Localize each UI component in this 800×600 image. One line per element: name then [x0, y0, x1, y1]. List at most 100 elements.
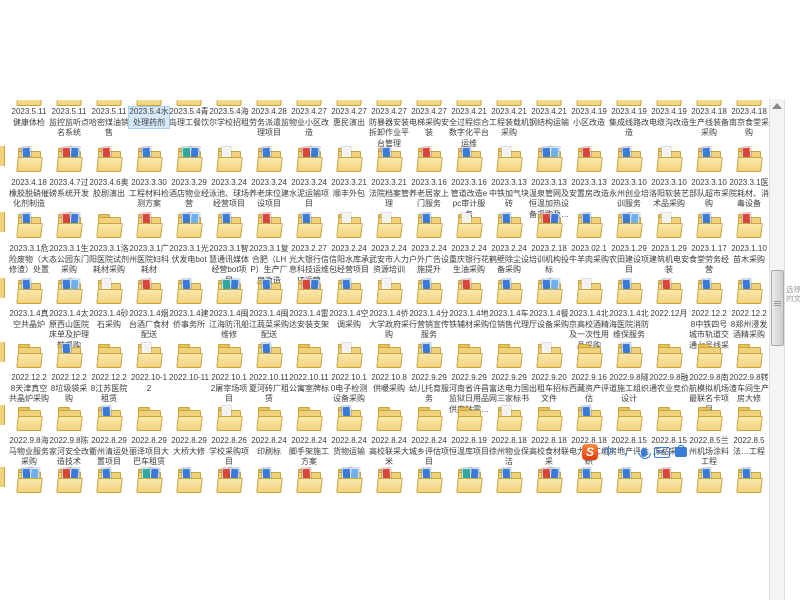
scrollbar-thumb[interactable]	[771, 270, 784, 346]
folder-icon[interactable]	[489, 100, 529, 106]
folder-icon[interactable]	[9, 212, 49, 238]
folder-icon[interactable]	[129, 405, 169, 431]
folder-icon[interactable]	[129, 212, 169, 238]
folder-icon[interactable]	[329, 467, 369, 493]
folder-icon[interactable]	[249, 467, 289, 493]
folder-icon[interactable]	[529, 278, 569, 304]
folder-icon[interactable]	[329, 212, 369, 238]
folder-icon[interactable]	[569, 146, 609, 172]
folder-icon[interactable]	[369, 212, 409, 238]
folder-icon[interactable]	[249, 342, 289, 368]
folder-icon[interactable]	[369, 278, 409, 304]
vertical-scrollbar[interactable]	[769, 99, 785, 600]
folder-icon[interactable]	[729, 146, 769, 172]
folder-icon[interactable]	[489, 278, 529, 304]
folder-icon[interactable]	[289, 212, 329, 238]
folder-icon[interactable]	[569, 278, 609, 304]
folder-icon[interactable]	[449, 405, 489, 431]
folder-icon[interactable]	[529, 467, 569, 493]
folder-icon[interactable]	[129, 146, 169, 172]
folder-icon[interactable]	[689, 278, 729, 304]
folder-icon[interactable]	[49, 342, 89, 368]
folder-icon[interactable]	[729, 467, 769, 493]
folder-icon[interactable]	[89, 342, 129, 368]
folder-icon[interactable]	[369, 146, 409, 172]
folder-icon[interactable]	[9, 146, 49, 172]
folder-icon[interactable]	[689, 146, 729, 172]
folder-icon[interactable]	[169, 467, 209, 493]
folder-icon[interactable]	[449, 100, 489, 106]
folder-icon[interactable]	[209, 146, 249, 172]
folder-icon[interactable]	[489, 467, 529, 493]
folder-icon[interactable]	[209, 212, 249, 238]
folder-icon[interactable]	[9, 278, 49, 304]
folder-icon[interactable]	[569, 467, 609, 493]
folder-icon[interactable]	[249, 405, 289, 431]
folder-icon[interactable]	[649, 146, 689, 172]
folder-icon[interactable]	[289, 342, 329, 368]
sogou-logo-icon[interactable]: S	[582, 444, 598, 460]
folder-icon[interactable]	[329, 342, 369, 368]
folder-icon[interactable]	[369, 342, 409, 368]
folder-icon[interactable]	[609, 278, 649, 304]
folder-icon[interactable]	[529, 212, 569, 238]
toolbox-icon[interactable]	[675, 447, 687, 457]
folder-icon[interactable]	[689, 405, 729, 431]
folder-icon[interactable]	[609, 100, 649, 106]
folder-icon[interactable]	[49, 405, 89, 431]
folder-icon[interactable]	[729, 100, 769, 106]
folder-icon[interactable]	[409, 278, 449, 304]
folder-icon[interactable]	[569, 342, 609, 368]
folder-icon[interactable]	[249, 100, 289, 106]
folder-icon[interactable]	[449, 146, 489, 172]
folder-icon[interactable]	[489, 146, 529, 172]
folder-icon[interactable]	[249, 278, 289, 304]
folder-icon[interactable]	[689, 467, 729, 493]
folder-icon[interactable]	[529, 100, 569, 106]
folder-icon[interactable]	[9, 405, 49, 431]
folder-icon[interactable]	[369, 405, 409, 431]
folder-icon[interactable]	[409, 467, 449, 493]
folder-icon[interactable]	[489, 405, 529, 431]
folder-icon[interactable]	[209, 100, 249, 106]
folder-icon[interactable]	[169, 278, 209, 304]
folder-icon[interactable]	[449, 467, 489, 493]
folder-icon[interactable]	[529, 405, 569, 431]
folder-icon[interactable]	[129, 342, 169, 368]
folder-icon[interactable]	[449, 278, 489, 304]
folder-icon[interactable]	[89, 405, 129, 431]
folder-icon[interactable]	[89, 212, 129, 238]
folder-icon[interactable]	[529, 342, 569, 368]
folder-icon[interactable]	[409, 146, 449, 172]
folder-icon[interactable]	[89, 467, 129, 493]
folder-icon[interactable]	[609, 467, 649, 493]
folder-icon[interactable]	[9, 467, 49, 493]
folder-icon[interactable]	[289, 405, 329, 431]
folder-icon[interactable]	[329, 278, 369, 304]
folder-icon[interactable]	[649, 342, 689, 368]
folder-icon[interactable]	[49, 146, 89, 172]
folder-icon[interactable]	[609, 342, 649, 368]
folder-icon[interactable]	[329, 100, 369, 106]
ime-punctuation-indicator[interactable]: °，	[619, 444, 634, 460]
folder-icon[interactable]	[449, 342, 489, 368]
folder-icon[interactable]	[609, 405, 649, 431]
folder-icon[interactable]	[649, 467, 689, 493]
folder-icon[interactable]	[689, 342, 729, 368]
folder-icon[interactable]	[649, 100, 689, 106]
folder-icon[interactable]	[409, 100, 449, 106]
folder-icon[interactable]	[369, 467, 409, 493]
folder-icon[interactable]	[729, 342, 769, 368]
folder-icon[interactable]	[369, 100, 409, 106]
folder-icon[interactable]	[569, 405, 609, 431]
folder-icon[interactable]	[529, 146, 569, 172]
folder-icon[interactable]	[329, 146, 369, 172]
folder-icon[interactable]	[609, 146, 649, 172]
folder-icon[interactable]	[129, 278, 169, 304]
folder-icon[interactable]	[49, 212, 89, 238]
folder-icon[interactable]	[329, 405, 369, 431]
folder-icon[interactable]	[449, 212, 489, 238]
folder-icon[interactable]	[169, 212, 209, 238]
folder-icon[interactable]	[409, 212, 449, 238]
folder-icon[interactable]	[729, 405, 769, 431]
